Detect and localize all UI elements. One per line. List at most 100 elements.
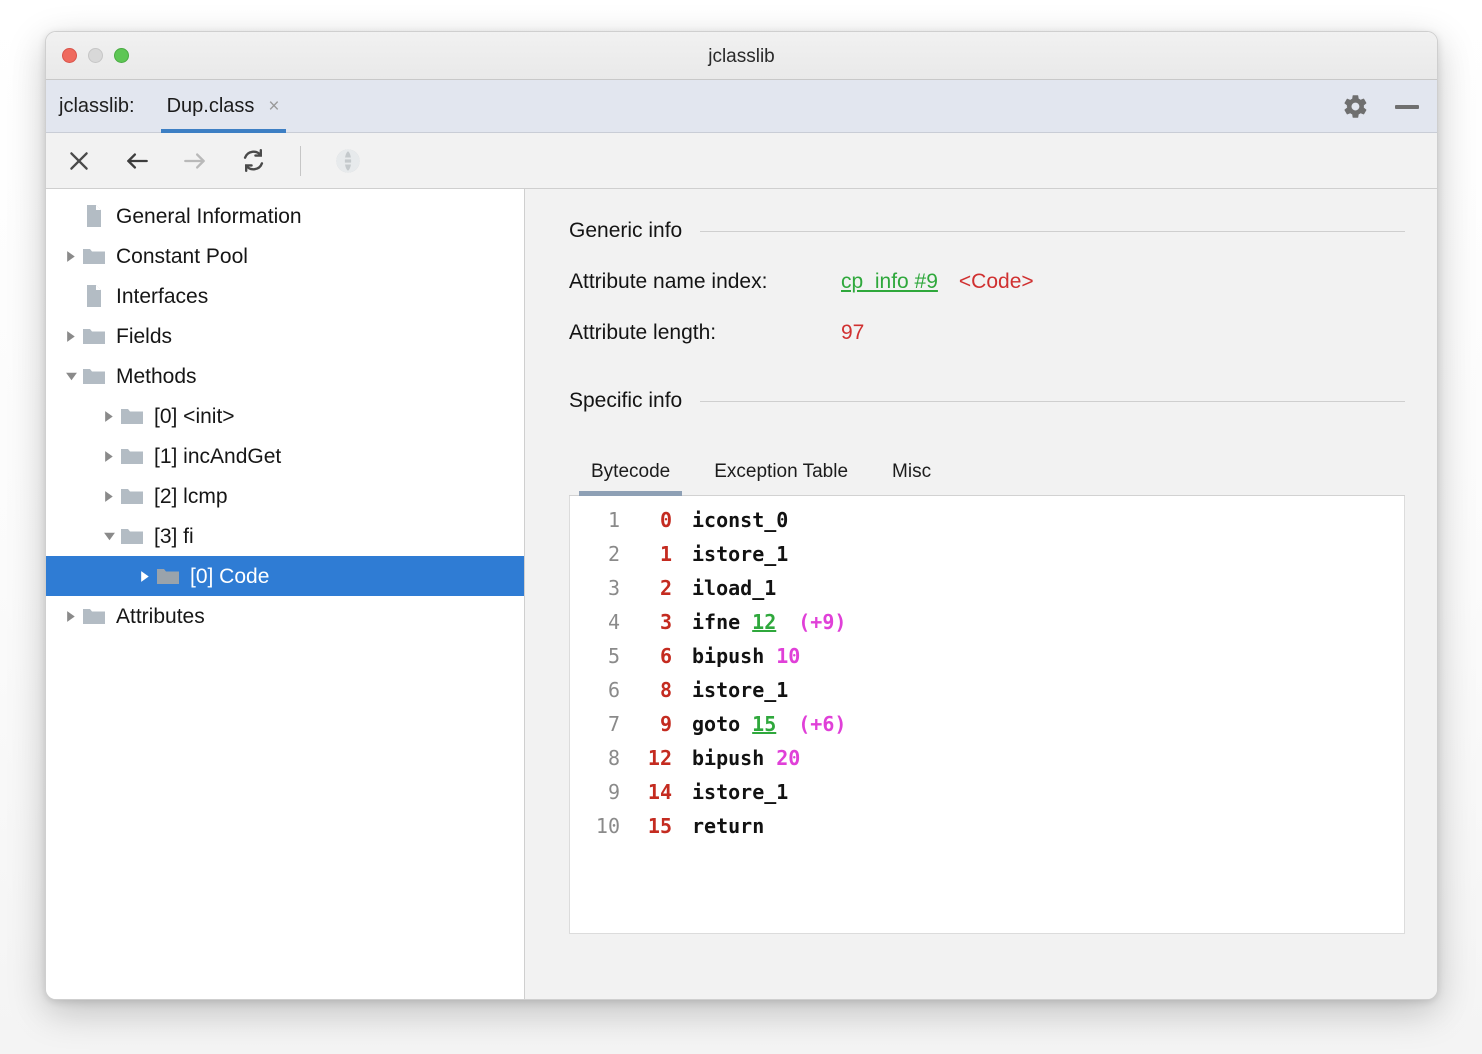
tree-item-label: [3] fi bbox=[154, 526, 194, 547]
folder-icon bbox=[120, 524, 144, 548]
line-number: 6 bbox=[570, 678, 620, 702]
tree-item-method-init[interactable]: [0] <init> bbox=[46, 396, 524, 436]
toolbar-separator bbox=[300, 146, 301, 176]
tree-item-label: [0] Code bbox=[190, 566, 269, 587]
tree-item-methods[interactable]: Methods bbox=[46, 356, 524, 396]
bytecode-listing[interactable]: 1 0 iconst_0 2 1 istore_1 3 2 iload_1 bbox=[569, 496, 1405, 934]
file-icon bbox=[82, 204, 106, 228]
twisty-none bbox=[60, 205, 82, 227]
bytecode-line: 5 6 bipush 10 bbox=[570, 644, 1404, 678]
chevron-right-icon[interactable] bbox=[60, 605, 82, 627]
tree-item-label: [1] incAndGet bbox=[154, 446, 281, 467]
bytecode-offset: 2 bbox=[620, 576, 672, 600]
line-number: 3 bbox=[570, 576, 620, 600]
bytecode-mnemonic: return bbox=[692, 814, 764, 838]
app-name-label: jclasslib: bbox=[59, 95, 135, 118]
bytecode-line: 7 9 goto 15 (+6) bbox=[570, 712, 1404, 746]
generic-info-header: Generic info bbox=[569, 219, 1405, 243]
chevron-right-icon[interactable] bbox=[98, 485, 120, 507]
bytecode-offset: 14 bbox=[620, 780, 672, 804]
specific-info-tabs: Bytecode Exception Table Misc bbox=[569, 455, 1405, 496]
tree-item-interfaces[interactable]: Interfaces bbox=[46, 276, 524, 316]
tab-dup-class[interactable]: Dup.class × bbox=[161, 80, 286, 133]
chevron-right-icon[interactable] bbox=[134, 565, 156, 587]
attribute-length-row: Attribute length: 97 bbox=[569, 321, 1405, 345]
bytecode-line: 10 15 return bbox=[570, 814, 1404, 848]
class-tree[interactable]: General Information Constant Pool bbox=[46, 189, 525, 1000]
tree-item-label: Attributes bbox=[116, 606, 205, 627]
tab-active-underline bbox=[579, 491, 682, 496]
gear-icon[interactable] bbox=[1342, 93, 1369, 120]
bytecode-operand: 20 bbox=[776, 746, 800, 770]
branch-delta: (+6) bbox=[798, 712, 846, 736]
line-number: 9 bbox=[570, 780, 620, 804]
bytecode-mnemonic: istore_1 bbox=[692, 780, 788, 804]
tree-item-constant-pool[interactable]: Constant Pool bbox=[46, 236, 524, 276]
chevron-down-icon[interactable] bbox=[98, 525, 120, 547]
tree-item-label: Methods bbox=[116, 366, 197, 387]
bytecode-mnemonic: goto bbox=[692, 712, 740, 736]
bytecode-line: 1 0 iconst_0 bbox=[570, 508, 1404, 542]
folder-icon bbox=[120, 444, 144, 468]
attribute-name-index-row: Attribute name index: cp_info #9 <Code> bbox=[569, 270, 1405, 294]
minimize-bar bbox=[1395, 105, 1419, 109]
bytecode-mnemonic: bipush bbox=[692, 746, 764, 770]
window-title: jclasslib bbox=[46, 46, 1437, 68]
tree-item-attributes[interactable]: Attributes bbox=[46, 596, 524, 636]
tab-bar-actions bbox=[1342, 80, 1419, 133]
tree-item-label: [2] lcmp bbox=[154, 486, 228, 507]
chevron-right-icon[interactable] bbox=[60, 325, 82, 347]
title-bar: jclasslib bbox=[46, 32, 1437, 80]
divider bbox=[700, 401, 1405, 402]
specific-info-header: Specific info bbox=[569, 389, 1405, 413]
tree-item-method-incandget[interactable]: [1] incAndGet bbox=[46, 436, 524, 476]
bytecode-mnemonic: istore_1 bbox=[692, 542, 788, 566]
tab-bytecode[interactable]: Bytecode bbox=[569, 455, 692, 495]
tab-misc[interactable]: Misc bbox=[870, 455, 953, 495]
close-icon[interactable]: × bbox=[268, 97, 279, 116]
tree-item-label: Fields bbox=[116, 326, 172, 347]
tree-item-general-information[interactable]: General Information bbox=[46, 196, 524, 236]
tab-label: Dup.class bbox=[167, 95, 255, 118]
folder-icon bbox=[156, 564, 180, 588]
chevron-right-icon[interactable] bbox=[60, 245, 82, 267]
line-number: 8 bbox=[570, 746, 620, 770]
reload-icon[interactable] bbox=[236, 144, 270, 178]
tab-exception-table[interactable]: Exception Table bbox=[692, 455, 870, 495]
tree-item-label: [0] <init> bbox=[154, 406, 235, 427]
line-number: 5 bbox=[570, 644, 620, 668]
tree-item-label: General Information bbox=[116, 206, 302, 227]
tree-item-label: Interfaces bbox=[116, 286, 208, 307]
bytecode-offset: 1 bbox=[620, 542, 672, 566]
back-icon[interactable] bbox=[120, 144, 154, 178]
toolbar bbox=[46, 133, 1437, 189]
chevron-down-icon[interactable] bbox=[60, 365, 82, 387]
bytecode-offset: 8 bbox=[620, 678, 672, 702]
branch-target-link[interactable]: 12 bbox=[752, 610, 776, 634]
chevron-right-icon[interactable] bbox=[98, 405, 120, 427]
line-number: 2 bbox=[570, 542, 620, 566]
folder-icon bbox=[120, 404, 144, 428]
bytecode-line: 8 12 bipush 20 bbox=[570, 746, 1404, 780]
line-number: 10 bbox=[570, 814, 620, 838]
minimize-icon[interactable] bbox=[1395, 105, 1419, 109]
twisty-none bbox=[60, 285, 82, 307]
cp-info-link[interactable]: cp_info #9 bbox=[841, 270, 938, 294]
tree-item-code-attribute[interactable]: [0] Code bbox=[46, 556, 524, 596]
branch-target-link[interactable]: 15 bbox=[752, 712, 776, 736]
close-file-icon[interactable] bbox=[62, 144, 96, 178]
bytecode-offset: 6 bbox=[620, 644, 672, 668]
line-number: 4 bbox=[570, 610, 620, 634]
tree-item-fields[interactable]: Fields bbox=[46, 316, 524, 356]
folder-icon bbox=[82, 324, 106, 348]
branch-delta: (+9) bbox=[798, 610, 846, 634]
generic-info-title: Generic info bbox=[569, 219, 682, 243]
screen: jclasslib jclasslib: Dup.class × bbox=[0, 0, 1482, 1054]
tab-label: Exception Table bbox=[714, 461, 848, 482]
tree-item-method-fi[interactable]: [3] fi bbox=[46, 516, 524, 556]
attribute-name-index-label: Attribute name index: bbox=[569, 270, 841, 294]
chevron-right-icon[interactable] bbox=[98, 445, 120, 467]
tree-item-method-lcmp[interactable]: [2] lcmp bbox=[46, 476, 524, 516]
bytecode-offset: 3 bbox=[620, 610, 672, 634]
divider bbox=[700, 231, 1405, 232]
